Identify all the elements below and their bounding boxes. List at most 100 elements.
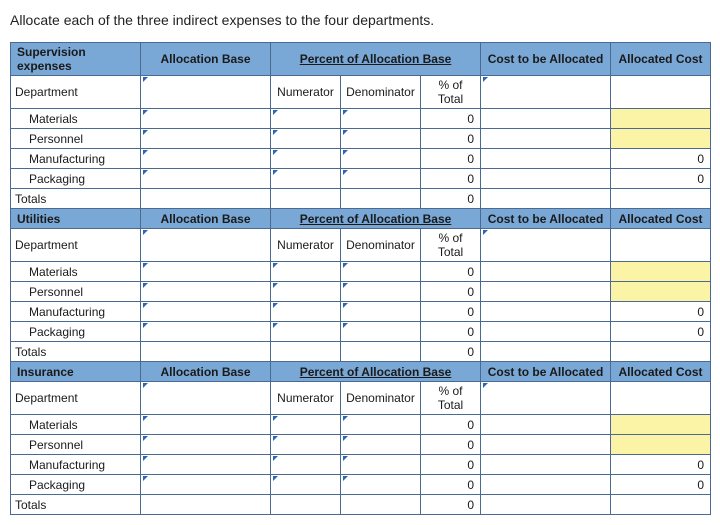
col-percent-base: Percent of Allocation Base <box>271 362 481 382</box>
row-packaging: Packaging <box>11 322 141 342</box>
section-header-row: Supervision expenses Allocation Base Per… <box>11 43 711 76</box>
allocated-cell: 0 <box>611 455 711 475</box>
pct-total-cell: 0 <box>421 149 481 169</box>
numerator-input[interactable] <box>271 149 341 169</box>
row-packaging: Packaging <box>11 475 141 495</box>
section-title: Supervision expenses <box>11 43 141 76</box>
cost-cell <box>481 302 611 322</box>
totals-base <box>141 495 271 515</box>
base-input[interactable] <box>141 455 271 475</box>
denominator-input[interactable] <box>341 475 421 495</box>
denominator-input[interactable] <box>341 302 421 322</box>
allocation-base-input[interactable] <box>141 382 271 415</box>
col-pct-total: % of Total <box>421 382 481 415</box>
allocation-table: Supervision expenses Allocation Base Per… <box>10 42 711 515</box>
base-input[interactable] <box>141 109 271 129</box>
denominator-input[interactable] <box>341 149 421 169</box>
base-input[interactable] <box>141 129 271 149</box>
table-row: Packaging 0 0 <box>11 475 711 495</box>
row-materials: Materials <box>11 415 141 435</box>
allocation-base-input[interactable] <box>141 229 271 262</box>
table-row: Packaging 0 0 <box>11 169 711 189</box>
col-allocated-cost: Allocated Cost <box>611 43 711 76</box>
department-label: Department <box>11 76 141 109</box>
table-row: Personnel 0 <box>11 282 711 302</box>
row-personnel: Personnel <box>11 435 141 455</box>
numerator-input[interactable] <box>271 475 341 495</box>
denominator-input[interactable] <box>341 109 421 129</box>
base-input[interactable] <box>141 169 271 189</box>
cost-input[interactable] <box>481 382 611 415</box>
totals-alloc <box>611 342 711 362</box>
denominator-input[interactable] <box>341 262 421 282</box>
col-cost-allocated: Cost to be Allocated <box>481 362 611 382</box>
col-percent-base: Percent of Allocation Base <box>271 43 481 76</box>
row-manufacturing: Manufacturing <box>11 302 141 322</box>
pct-total-cell: 0 <box>421 435 481 455</box>
numerator-input[interactable] <box>271 302 341 322</box>
base-input[interactable] <box>141 149 271 169</box>
numerator-input[interactable] <box>271 435 341 455</box>
numerator-input[interactable] <box>271 282 341 302</box>
denominator-input[interactable] <box>341 435 421 455</box>
denominator-input[interactable] <box>341 129 421 149</box>
base-input[interactable] <box>141 475 271 495</box>
cost-cell <box>481 435 611 455</box>
cost-input[interactable] <box>481 76 611 109</box>
totals-row: Totals 0 <box>11 342 711 362</box>
numerator-input[interactable] <box>271 415 341 435</box>
cost-input[interactable] <box>481 229 611 262</box>
denominator-input[interactable] <box>341 415 421 435</box>
allocated-cell <box>611 415 711 435</box>
col-allocated-cost: Allocated Cost <box>611 209 711 229</box>
allocated-cell <box>611 282 711 302</box>
base-input[interactable] <box>141 262 271 282</box>
pct-total-cell: 0 <box>421 455 481 475</box>
allocated-cell <box>611 435 711 455</box>
table-row: Materials 0 <box>11 262 711 282</box>
numerator-input[interactable] <box>271 169 341 189</box>
col-denominator: Denominator <box>341 76 421 109</box>
cost-cell <box>481 262 611 282</box>
base-input[interactable] <box>141 435 271 455</box>
col-percent-base: Percent of Allocation Base <box>271 209 481 229</box>
allocated-header-blank <box>611 382 711 415</box>
denominator-input[interactable] <box>341 282 421 302</box>
totals-row: Totals 0 <box>11 495 711 515</box>
cost-cell <box>481 169 611 189</box>
numerator-input[interactable] <box>271 455 341 475</box>
pct-total-cell: 0 <box>421 262 481 282</box>
totals-pct: 0 <box>421 189 481 209</box>
totals-cost <box>481 189 611 209</box>
table-row: Materials 0 <box>11 415 711 435</box>
totals-row: Totals 0 <box>11 189 711 209</box>
section-header-row: Utilities Allocation Base Percent of All… <box>11 209 711 229</box>
numerator-input[interactable] <box>271 262 341 282</box>
pct-total-cell: 0 <box>421 415 481 435</box>
col-allocation-base: Allocation Base <box>141 209 271 229</box>
totals-cost <box>481 495 611 515</box>
totals-num <box>271 342 341 362</box>
denominator-input[interactable] <box>341 455 421 475</box>
base-input[interactable] <box>141 415 271 435</box>
allocated-cell: 0 <box>611 302 711 322</box>
allocated-cell: 0 <box>611 169 711 189</box>
base-input[interactable] <box>141 282 271 302</box>
allocated-header-blank <box>611 76 711 109</box>
denominator-input[interactable] <box>341 322 421 342</box>
table-row: Manufacturing 0 0 <box>11 149 711 169</box>
instruction-text: Allocate each of the three indirect expe… <box>10 12 710 28</box>
col-denominator: Denominator <box>341 229 421 262</box>
allocation-base-input[interactable] <box>141 76 271 109</box>
numerator-input[interactable] <box>271 129 341 149</box>
denominator-input[interactable] <box>341 169 421 189</box>
col-numerator: Numerator <box>271 76 341 109</box>
col-pct-total: % of Total <box>421 76 481 109</box>
col-cost-allocated: Cost to be Allocated <box>481 209 611 229</box>
numerator-input[interactable] <box>271 109 341 129</box>
numerator-input[interactable] <box>271 322 341 342</box>
base-input[interactable] <box>141 322 271 342</box>
totals-base <box>141 189 271 209</box>
cost-cell <box>481 415 611 435</box>
base-input[interactable] <box>141 302 271 322</box>
